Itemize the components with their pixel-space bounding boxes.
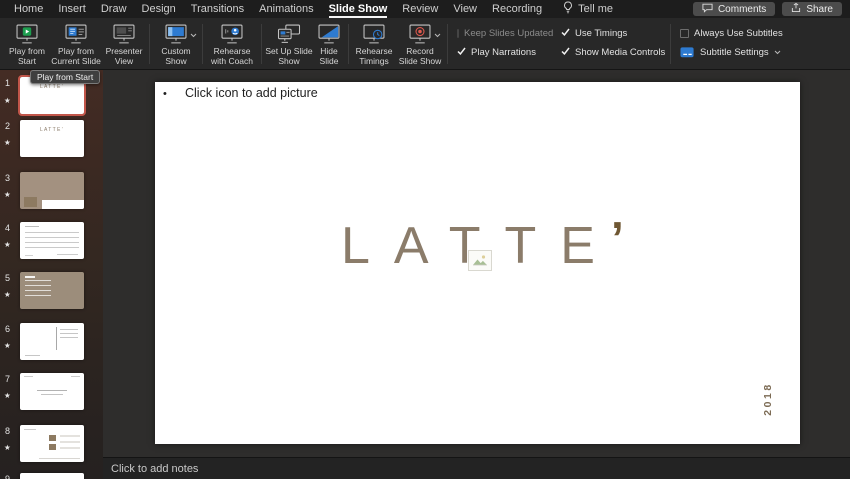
slide-thumbnail-2[interactable]: LATTE’ xyxy=(20,120,84,157)
subtitle-settings-button[interactable]: Subtitle Settings xyxy=(680,46,792,59)
animation-star-icon: ★ xyxy=(4,190,11,199)
checkbox-icon xyxy=(457,29,459,38)
lightbulb-icon xyxy=(563,1,573,17)
animation-star-icon: ★ xyxy=(4,290,11,299)
set-up-slide-show-icon xyxy=(276,23,302,45)
hide-slide-button[interactable]: Hide Slide xyxy=(313,21,345,69)
ribbon-tab-bar: Home Insert Draw Design Transitions Anim… xyxy=(0,0,850,18)
slide-number: 6 xyxy=(5,324,10,334)
tab-home[interactable]: Home xyxy=(14,0,43,18)
tab-review[interactable]: Review xyxy=(402,0,438,18)
comments-button[interactable]: Comments xyxy=(693,2,775,16)
slide-year-text[interactable]: 2018 xyxy=(762,379,776,419)
check-icon xyxy=(561,28,570,39)
animation-star-icon: ★ xyxy=(4,96,11,105)
tell-me[interactable]: Tell me xyxy=(563,1,613,17)
check-icon xyxy=(457,47,466,58)
insert-picture-icon[interactable] xyxy=(468,250,492,271)
animation-star-icon: ★ xyxy=(4,341,11,350)
tab-design[interactable]: Design xyxy=(142,0,176,18)
tab-view[interactable]: View xyxy=(453,0,477,18)
presenter-view-button[interactable]: Presenter View xyxy=(102,21,146,69)
tab-insert[interactable]: Insert xyxy=(58,0,86,18)
record-slide-show-button[interactable]: Record Slide Show xyxy=(396,21,444,69)
slide-number: 8 xyxy=(5,426,10,436)
slide-number: 7 xyxy=(5,374,10,384)
picture-placeholder-prompt[interactable]: • Click icon to add picture xyxy=(163,86,318,100)
subtitle-settings-icon xyxy=(680,46,695,59)
ribbon-subtitles-column: Always Use Subtitles Subtitle Settings xyxy=(674,21,796,69)
notes-placeholder: Click to add notes xyxy=(111,463,198,475)
slide-number: 4 xyxy=(5,223,10,233)
play-narrations-checkbox[interactable]: Play Narrations xyxy=(457,47,551,58)
show-media-controls-checkbox[interactable]: Show Media Controls xyxy=(561,47,663,58)
play-from-current-slide-button[interactable]: Play from Current Slide xyxy=(50,21,102,69)
notes-pane[interactable]: Click to add notes xyxy=(103,457,850,479)
chevron-down-icon xyxy=(190,25,197,43)
ribbon-checkbox-column-2: Use Timings Show Media Controls xyxy=(555,21,667,69)
play-from-current-slide-icon xyxy=(63,23,89,45)
comment-bubble-icon xyxy=(702,3,713,16)
play-from-start-button[interactable]: Play from Start xyxy=(4,21,50,69)
custom-show-button[interactable]: Custom Show xyxy=(153,21,199,69)
slide-thumbnail-8[interactable] xyxy=(20,425,84,462)
ribbon-group-divider xyxy=(149,24,150,64)
tab-animations[interactable]: Animations xyxy=(259,0,313,18)
custom-show-icon xyxy=(163,23,189,45)
slide-thumbnail-7[interactable] xyxy=(20,373,84,410)
rehearse-with-coach-icon xyxy=(219,23,245,45)
rehearse-timings-icon xyxy=(361,23,387,45)
always-use-subtitles-checkbox[interactable]: Always Use Subtitles xyxy=(680,28,792,39)
keep-slides-updated-checkbox[interactable]: Keep Slides Updated xyxy=(457,28,551,39)
animation-star-icon: ★ xyxy=(4,391,11,400)
slide-canvas: • Click icon to add picture LATTE ’ 2018… xyxy=(103,70,850,479)
share-icon xyxy=(791,2,801,16)
animation-star-icon: ★ xyxy=(4,240,11,249)
checkbox-icon xyxy=(680,29,689,38)
ribbon-group-divider xyxy=(202,24,203,64)
slide-number: 1 xyxy=(5,78,10,88)
animation-star-icon: ★ xyxy=(4,138,11,147)
slide-number: 9 xyxy=(5,474,10,479)
animation-star-icon: ★ xyxy=(4,443,11,452)
use-timings-checkbox[interactable]: Use Timings xyxy=(561,28,663,39)
ribbon-group-divider xyxy=(670,24,671,64)
slide-thumbnail-3[interactable] xyxy=(20,172,84,209)
bullet-glyph: • xyxy=(163,88,185,100)
play-from-start-icon xyxy=(14,23,40,45)
rehearse-timings-button[interactable]: Rehearse Timings xyxy=(352,21,396,69)
set-up-slide-show-button[interactable]: Set Up Slide Show xyxy=(265,21,313,69)
current-slide[interactable]: • Click icon to add picture LATTE ’ 2018 xyxy=(155,82,800,444)
rehearse-with-coach-button[interactable]: Rehearse with Coach xyxy=(206,21,258,69)
tab-draw[interactable]: Draw xyxy=(101,0,127,18)
play-from-start-tooltip: Play from Start xyxy=(30,70,100,84)
slide-number: 3 xyxy=(5,173,10,183)
slide-number: 5 xyxy=(5,273,10,283)
slide-thumbnail-4[interactable] xyxy=(20,222,84,259)
slide-thumbnail-9[interactable] xyxy=(20,473,84,479)
share-button[interactable]: Share xyxy=(782,2,842,16)
slide-show-ribbon: Play from Start Play from Current Slide … xyxy=(0,18,850,70)
slide-thumbnail-panel: 1 ★ LATTE’ 2 ★ LATTE’ 3 ★ 4 ★ xyxy=(0,70,103,479)
slide-thumbnail-5[interactable] xyxy=(20,272,84,309)
presenter-view-icon xyxy=(111,23,137,45)
check-icon xyxy=(561,47,570,58)
tab-transitions[interactable]: Transitions xyxy=(191,0,244,18)
record-slide-show-icon xyxy=(407,23,433,45)
powerpoint-window: Home Insert Draw Design Transitions Anim… xyxy=(0,0,850,479)
ribbon-checkbox-column-1: Keep Slides Updated Play Narrations xyxy=(451,21,555,69)
chevron-down-icon xyxy=(774,47,781,58)
chevron-down-icon xyxy=(434,25,441,43)
slide-number: 2 xyxy=(5,121,10,131)
hide-slide-icon xyxy=(316,23,342,45)
slide-title-apostrophe: ’ xyxy=(611,218,624,259)
ribbon-group-divider xyxy=(348,24,349,64)
tab-slide-show[interactable]: Slide Show xyxy=(329,0,388,18)
tab-recording[interactable]: Recording xyxy=(492,0,542,18)
ribbon-group-divider xyxy=(447,24,448,64)
ribbon-group-divider xyxy=(261,24,262,64)
slide-thumbnail-6[interactable] xyxy=(20,323,84,360)
